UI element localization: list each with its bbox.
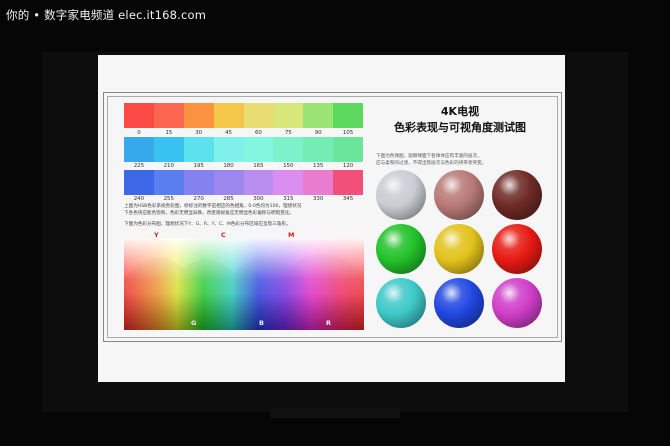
strip2-label: 180 [223,163,234,169]
hue-strip-1 [124,103,363,128]
strip1-label: 0 [137,130,141,136]
hue-strip-2 [124,137,363,162]
strip3-label: 300 [253,196,264,202]
strip3-swatch-240 [124,170,154,195]
magenta-ball [492,278,542,328]
strip1-label: 30 [195,130,203,136]
strip3-swatch-285 [213,170,244,195]
strip1-label: 105 [342,130,354,136]
strip1-label: 15 [165,130,173,136]
spectrum-description: 下图为色彩分布图，理想状况下Y、G、R、Y、C、M色彩分布区域应呈现三角形。 [124,221,364,228]
strip2-swatch-165 [243,137,274,162]
cyan-ball [376,278,426,328]
hue-description: 上图为HSB色彩系统色轮图，标标注的数字是相应的色相角，0-0色均为100，理想… [124,203,364,217]
hue-strip-2-labels: 225 210 195 180 165 150 135 120 [124,162,363,170]
strip3-label: 330 [312,196,324,202]
yellow-ball [434,224,484,274]
strip1-label: 75 [284,130,292,136]
balls-description: 下图为色球图，观察球面下各球体应有丰富的层次， 应与柔和的过渡，不得出现层次与色… [376,153,546,167]
strip3-label: 315 [283,196,294,202]
strip2-label: 195 [193,163,204,169]
spectrum-label-c: C [221,231,226,239]
hue-strip-3-labels: 240 255 270 285 300 315 330 345 [124,195,363,203]
desc-line-3: 下图为色彩分布图，理想状况下Y、G、R、Y、C、M色彩分布区域应呈现三角形。 [124,222,291,227]
strip1-label: 90 [314,130,322,136]
red-ball [492,224,542,274]
tv-stand [270,408,400,418]
hue-strip-1-labels: 0 15 30 45 60 75 90 105 [124,129,363,137]
spectrum-label-m: M [288,231,295,239]
desc-line-2: 下各色块应能色饱和，色彩无明显异跌，改变观视角应无明显色彩偏移与明暗变化。 [124,211,294,216]
white-ball [376,170,426,220]
brown-ball [492,170,542,220]
strip1-swatch-75 [273,103,304,128]
strip2-label: 150 [283,163,294,169]
spectrum-label-g: G [191,319,197,327]
watermark-text: 你的 • 数字家电频道 elec.it168.com [6,8,207,22]
color-spectrum [124,238,364,330]
strip3-label: 345 [342,196,354,202]
strip1-swatch-15 [153,103,184,128]
hue-strip-3 [124,170,363,195]
strip2-label: 135 [312,163,324,169]
strip3-label: 270 [193,196,204,202]
strip1-swatch-90 [303,103,334,128]
strip2-swatch-135 [303,137,334,162]
strip3-label: 255 [163,196,175,202]
strip2-swatch-195 [183,137,214,162]
strip2-label: 165 [253,163,264,169]
right-note-line-2: 应与柔和的过渡，不得出现层次与色彩的块带状突变。 [376,161,487,166]
right-note-line-1: 下图为色球图，观察球面下各球体应有丰富的层次， [376,154,482,159]
blue-ball [434,278,484,328]
strip2-swatch-150 [273,137,304,162]
green-ball [376,224,426,274]
strip1-label: 45 [225,130,233,136]
desc-line-1: 上图为HSB色彩系统色轮图，标标注的数字是相应的色相角，0-0色均为100，理想… [124,204,302,209]
spectrum-graphic [124,238,364,330]
strip2-swatch-225 [124,137,154,162]
strip1-swatch-45 [213,103,244,128]
strip3-label: 240 [133,196,145,202]
strip2-label: 120 [342,163,354,169]
strip1-swatch-60 [243,103,274,128]
strip2-label: 225 [133,163,145,169]
strip2-label: 210 [163,163,175,169]
strip3-swatch-345 [333,170,363,195]
strip1-swatch-0 [124,103,154,128]
pink-ball [434,170,484,220]
strip1-label: 60 [254,130,262,136]
strip2-swatch-120 [333,137,363,162]
strip3-swatch-255 [153,170,184,195]
strip3-swatch-270 [183,170,214,195]
spectrum-label-b: B [259,319,264,327]
strip2-swatch-210 [153,137,184,162]
strip1-swatch-30 [183,103,214,128]
chart-title-line-1: 4K电视 [440,105,480,118]
strip2-swatch-180 [213,137,244,162]
chart-title-line-2: 色彩表现与可视角度测试图 [394,121,526,134]
strip3-swatch-315 [273,170,304,195]
strip3-swatch-330 [303,170,334,195]
strip3-label: 285 [223,196,234,202]
spectrum-label-y: Y [154,231,159,239]
spectrum-label-r: R [326,319,332,327]
strip3-swatch-300 [243,170,274,195]
strip1-swatch-105 [333,103,363,128]
